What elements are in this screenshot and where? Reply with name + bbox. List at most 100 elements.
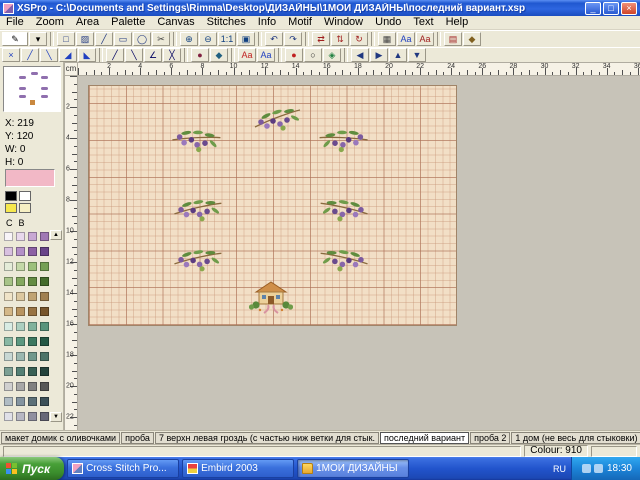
- menu-item-motif[interactable]: Motif: [282, 16, 318, 29]
- palette-swatch[interactable]: [28, 397, 37, 406]
- menu-item-area[interactable]: Area: [70, 16, 105, 29]
- palette-swatch[interactable]: [16, 367, 25, 376]
- pan-down-button[interactable]: ▼: [408, 48, 426, 62]
- menu-item-zoom[interactable]: Zoom: [30, 16, 70, 29]
- palette-swatch[interactable]: [40, 352, 49, 361]
- long-stitch-button[interactable]: ╳: [163, 48, 181, 62]
- redo-button[interactable]: ↷: [284, 32, 302, 46]
- palette-swatch[interactable]: [28, 337, 37, 346]
- minimize-button[interactable]: _: [585, 2, 601, 15]
- palette-swatch[interactable]: [16, 337, 25, 346]
- palette-swatch[interactable]: [4, 367, 13, 376]
- palette-swatch[interactable]: [40, 307, 49, 316]
- motif-mode-button[interactable]: ◈: [323, 48, 341, 62]
- menu-item-help[interactable]: Help: [440, 16, 475, 29]
- palette-swatch[interactable]: [40, 337, 49, 346]
- palette-swatch[interactable]: [16, 352, 25, 361]
- quarter-stitch-button[interactable]: ◢: [59, 48, 77, 62]
- palette-swatch[interactable]: [40, 292, 49, 301]
- menu-item-palette[interactable]: Palette: [105, 16, 151, 29]
- palette-swatch[interactable]: [40, 262, 49, 271]
- palette-swatch[interactable]: [4, 322, 13, 331]
- mirror-vertical-button[interactable]: ⇅: [331, 32, 349, 46]
- palette-swatch[interactable]: [4, 277, 13, 286]
- mirror-horizontal-button[interactable]: ⇄: [312, 32, 330, 46]
- palette-swatch[interactable]: [40, 397, 49, 406]
- palette-swatch[interactable]: [28, 367, 37, 376]
- menu-item-info[interactable]: Info: [252, 16, 282, 29]
- ellipse-tool[interactable]: ◯: [133, 32, 151, 46]
- palette-swatch[interactable]: [28, 232, 37, 241]
- menu-item-undo[interactable]: Undo: [369, 16, 407, 29]
- palette-swatch[interactable]: [40, 322, 49, 331]
- rectangle-tool[interactable]: ▭: [114, 32, 132, 46]
- color-picker-button[interactable]: ◆: [463, 32, 481, 46]
- pencil-tool[interactable]: ✎: [2, 32, 28, 46]
- document-tab[interactable]: проба 2: [470, 432, 510, 444]
- palette-swatch[interactable]: [40, 277, 49, 286]
- backstitch-poly-button[interactable]: ∠: [144, 48, 162, 62]
- palette-swatch[interactable]: [16, 307, 25, 316]
- backstitch-button[interactable]: ╱: [106, 48, 124, 62]
- palette-swatch[interactable]: [4, 412, 13, 421]
- undo-button[interactable]: ↶: [265, 32, 283, 46]
- line-tool[interactable]: ╱: [95, 32, 113, 46]
- font-bold-button[interactable]: Aa: [416, 32, 434, 46]
- palette-swatch[interactable]: [28, 322, 37, 331]
- palette-swatch[interactable]: [4, 292, 13, 301]
- rotate-button[interactable]: ↻: [350, 32, 368, 46]
- palette-swatch[interactable]: [40, 412, 49, 421]
- palette-swatch[interactable]: [16, 397, 25, 406]
- palette-swatch[interactable]: [28, 382, 37, 391]
- document-tab[interactable]: макет домик с оливочками: [1, 432, 120, 444]
- quick-color-swatch[interactable]: [5, 203, 17, 213]
- palette-swatch[interactable]: [16, 247, 25, 256]
- palette-swatch[interactable]: [16, 262, 25, 271]
- pencil-mode-dropdown[interactable]: ▾: [29, 32, 47, 46]
- document-tab[interactable]: проба: [121, 432, 154, 444]
- half-stitch-backward-button[interactable]: ╲: [40, 48, 58, 62]
- taskbar-app-button[interactable]: Cross Stitch Pro...: [67, 459, 179, 478]
- quick-color-swatch[interactable]: [19, 203, 31, 213]
- close-button[interactable]: ×: [621, 2, 637, 15]
- maximize-button[interactable]: □: [603, 2, 619, 15]
- document-tab[interactable]: последний вариант: [380, 432, 469, 444]
- palette-swatch[interactable]: [16, 322, 25, 331]
- palette-swatch[interactable]: [4, 397, 13, 406]
- palette-swatch[interactable]: [28, 262, 37, 271]
- menu-item-file[interactable]: File: [0, 16, 30, 29]
- palette-swatch[interactable]: [28, 277, 37, 286]
- three-quarter-stitch-button[interactable]: ◣: [78, 48, 96, 62]
- palette-swatch[interactable]: [28, 307, 37, 316]
- text-outline-button[interactable]: Aa: [257, 48, 275, 62]
- volume-icon[interactable]: [582, 464, 591, 473]
- color-mode-button[interactable]: ●: [285, 48, 303, 62]
- palette-swatch[interactable]: [16, 232, 25, 241]
- menu-item-text[interactable]: Text: [407, 16, 439, 29]
- quick-color-swatch[interactable]: [19, 191, 31, 201]
- full-stitch-button[interactable]: ×: [2, 48, 20, 62]
- pan-right-button[interactable]: ▶: [370, 48, 388, 62]
- palette-swatch[interactable]: [16, 412, 25, 421]
- backstitch-thick-button[interactable]: ╲: [125, 48, 143, 62]
- palette-scroll-up-button[interactable]: ▲: [50, 230, 62, 240]
- palette-swatch[interactable]: [40, 232, 49, 241]
- palette-swatch[interactable]: [28, 412, 37, 421]
- start-button[interactable]: Пуск: [0, 457, 64, 480]
- palette-swatch[interactable]: [28, 292, 37, 301]
- grid-toggle-button[interactable]: ▦: [378, 32, 396, 46]
- palette-scroll-down-button[interactable]: ▼: [50, 412, 62, 422]
- palette-swatch[interactable]: [16, 292, 25, 301]
- palette-swatch[interactable]: [28, 352, 37, 361]
- menu-item-window[interactable]: Window: [318, 16, 369, 29]
- zoom-out-button[interactable]: ⊖: [199, 32, 217, 46]
- font-button[interactable]: Aa: [397, 32, 415, 46]
- palette-swatch[interactable]: [4, 262, 13, 271]
- fill-tool[interactable]: ▨: [76, 32, 94, 46]
- palette-swatch[interactable]: [28, 247, 37, 256]
- zoom-fit-button[interactable]: ▣: [237, 32, 255, 46]
- palette-swatch[interactable]: [4, 337, 13, 346]
- quick-color-swatch[interactable]: [5, 191, 17, 201]
- zoom-100-button[interactable]: 1:1: [218, 32, 236, 46]
- palette-swatch[interactable]: [4, 247, 13, 256]
